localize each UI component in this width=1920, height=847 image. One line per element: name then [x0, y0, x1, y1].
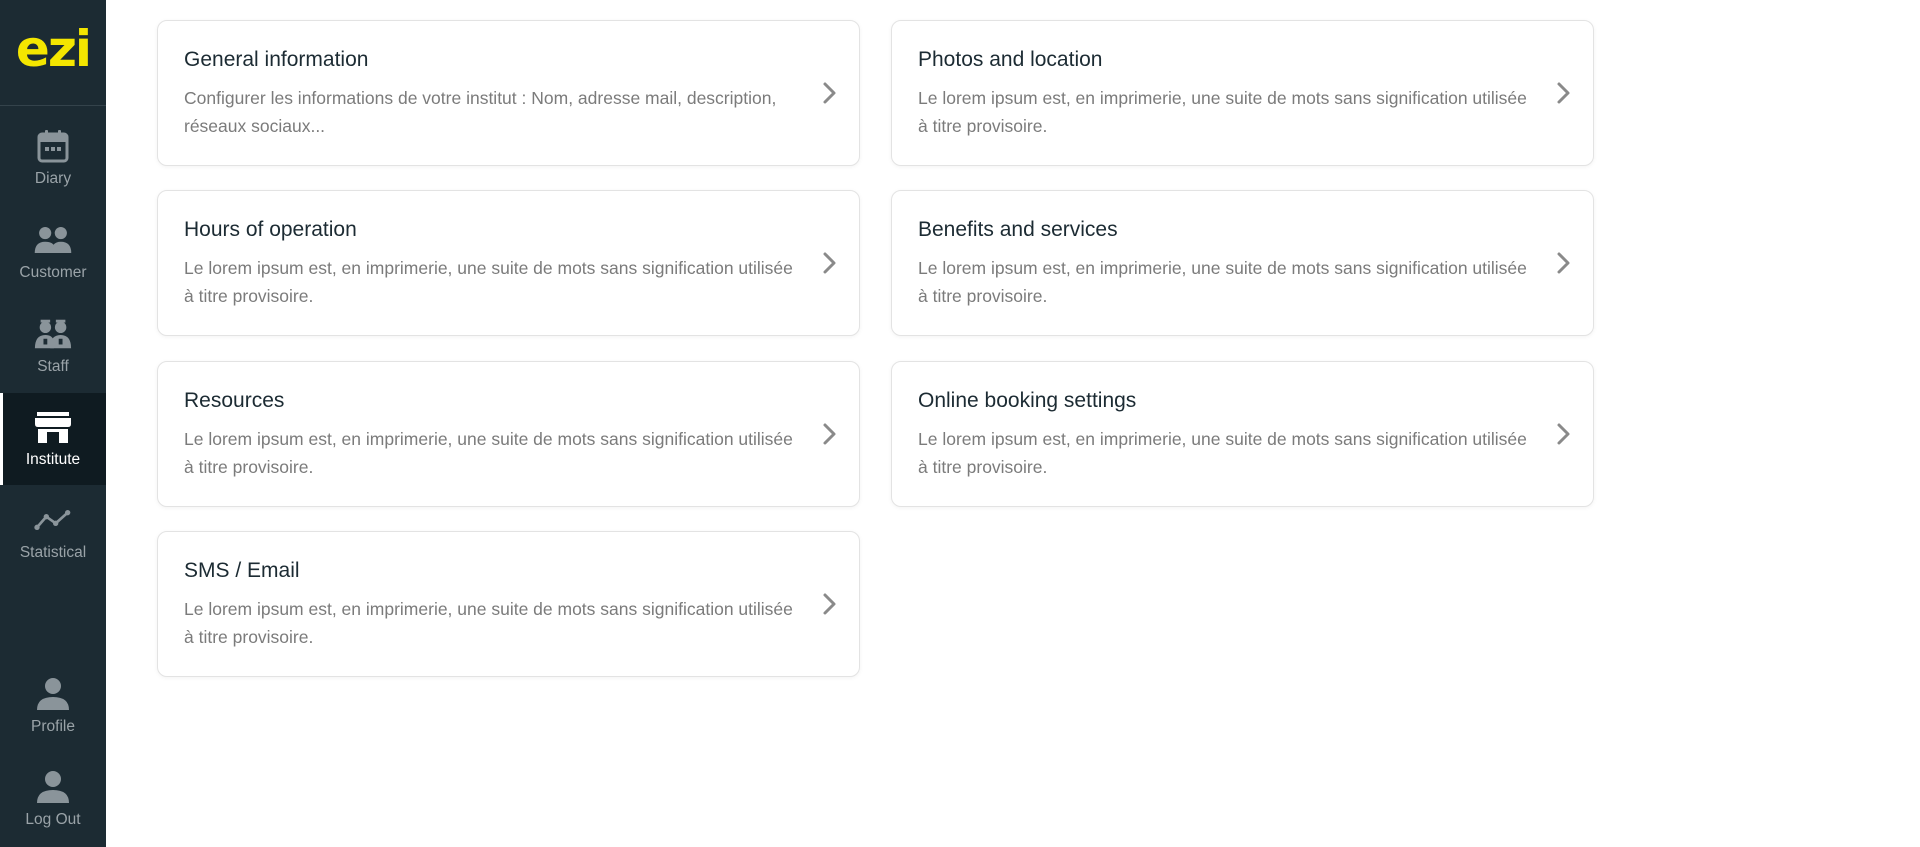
sidebar-item-label: Statistical — [19, 544, 87, 561]
card-resources[interactable]: Resources Le lorem ipsum est, en imprime… — [157, 361, 860, 507]
card-sms-email[interactable]: SMS / Email Le lorem ipsum est, en impri… — [157, 531, 860, 677]
sidebar-item-label: Institute — [25, 451, 81, 468]
sidebar-item-institute[interactable]: Institute — [0, 393, 106, 485]
sidebar-item-label: Diary — [34, 170, 72, 187]
card-description: Le lorem ipsum est, en imprimerie, une s… — [918, 258, 1527, 306]
logo-text: ezi — [15, 19, 92, 78]
user-icon — [33, 676, 73, 712]
card-general-information[interactable]: General information Configurer les infor… — [157, 20, 860, 166]
card-title: Benefits and services — [918, 218, 1118, 241]
card-description: Configurer les informations de votre ins… — [184, 88, 777, 136]
sidebar-item-customer[interactable]: Customer — [0, 206, 106, 298]
card-online-booking-settings[interactable]: Online booking settings Le lorem ipsum e… — [891, 361, 1594, 507]
chart-line-icon — [33, 502, 73, 538]
card-title: SMS / Email — [184, 559, 300, 582]
card-title: Photos and location — [918, 48, 1103, 71]
chevron-right-icon — [1555, 422, 1571, 451]
sidebar-item-label: Log Out — [25, 811, 81, 828]
sidebar-item-label: Staff — [37, 358, 69, 375]
card-description: Le lorem ipsum est, en imprimerie, une s… — [184, 258, 793, 306]
store-icon — [33, 409, 73, 445]
chevron-right-icon — [1555, 81, 1571, 110]
card-description: Le lorem ipsum est, en imprimerie, une s… — [184, 599, 793, 647]
logo[interactable]: ezi — [0, 0, 106, 106]
card-title: Hours of operation — [184, 218, 357, 241]
sidebar: ezi Diary Customer Staff Institute Stati… — [0, 0, 106, 847]
sidebar-item-profile[interactable]: Profile — [0, 660, 106, 752]
card-photos-and-location[interactable]: Photos and location Le lorem ipsum est, … — [891, 20, 1594, 166]
chevron-right-icon — [821, 592, 837, 621]
main-content: General information Configurer les infor… — [106, 0, 1920, 847]
sidebar-item-logout[interactable]: Log Out — [0, 753, 106, 845]
chevron-right-icon — [821, 251, 837, 280]
chevron-right-icon — [821, 422, 837, 451]
calendar-icon — [33, 128, 73, 164]
sidebar-item-staff[interactable]: Staff — [0, 300, 106, 392]
staff-icon — [33, 316, 73, 352]
card-description: Le lorem ipsum est, en imprimerie, une s… — [184, 429, 793, 477]
chevron-right-icon — [1555, 251, 1571, 280]
card-hours-of-operation[interactable]: Hours of operation Le lorem ipsum est, e… — [157, 190, 860, 336]
sidebar-item-label: Profile — [31, 718, 75, 735]
card-title: Resources — [184, 389, 285, 412]
user-icon — [33, 769, 73, 805]
sidebar-item-label: Customer — [19, 264, 87, 281]
users-icon — [33, 222, 73, 258]
card-description: Le lorem ipsum est, en imprimerie, une s… — [918, 88, 1527, 136]
card-title: Online booking settings — [918, 389, 1137, 412]
card-description: Le lorem ipsum est, en imprimerie, une s… — [918, 429, 1527, 477]
card-title: General information — [184, 48, 369, 71]
sidebar-item-diary[interactable]: Diary — [0, 112, 106, 204]
chevron-right-icon — [821, 81, 837, 110]
sidebar-item-statistical[interactable]: Statistical — [0, 486, 106, 578]
card-benefits-and-services[interactable]: Benefits and services Le lorem ipsum est… — [891, 190, 1594, 336]
